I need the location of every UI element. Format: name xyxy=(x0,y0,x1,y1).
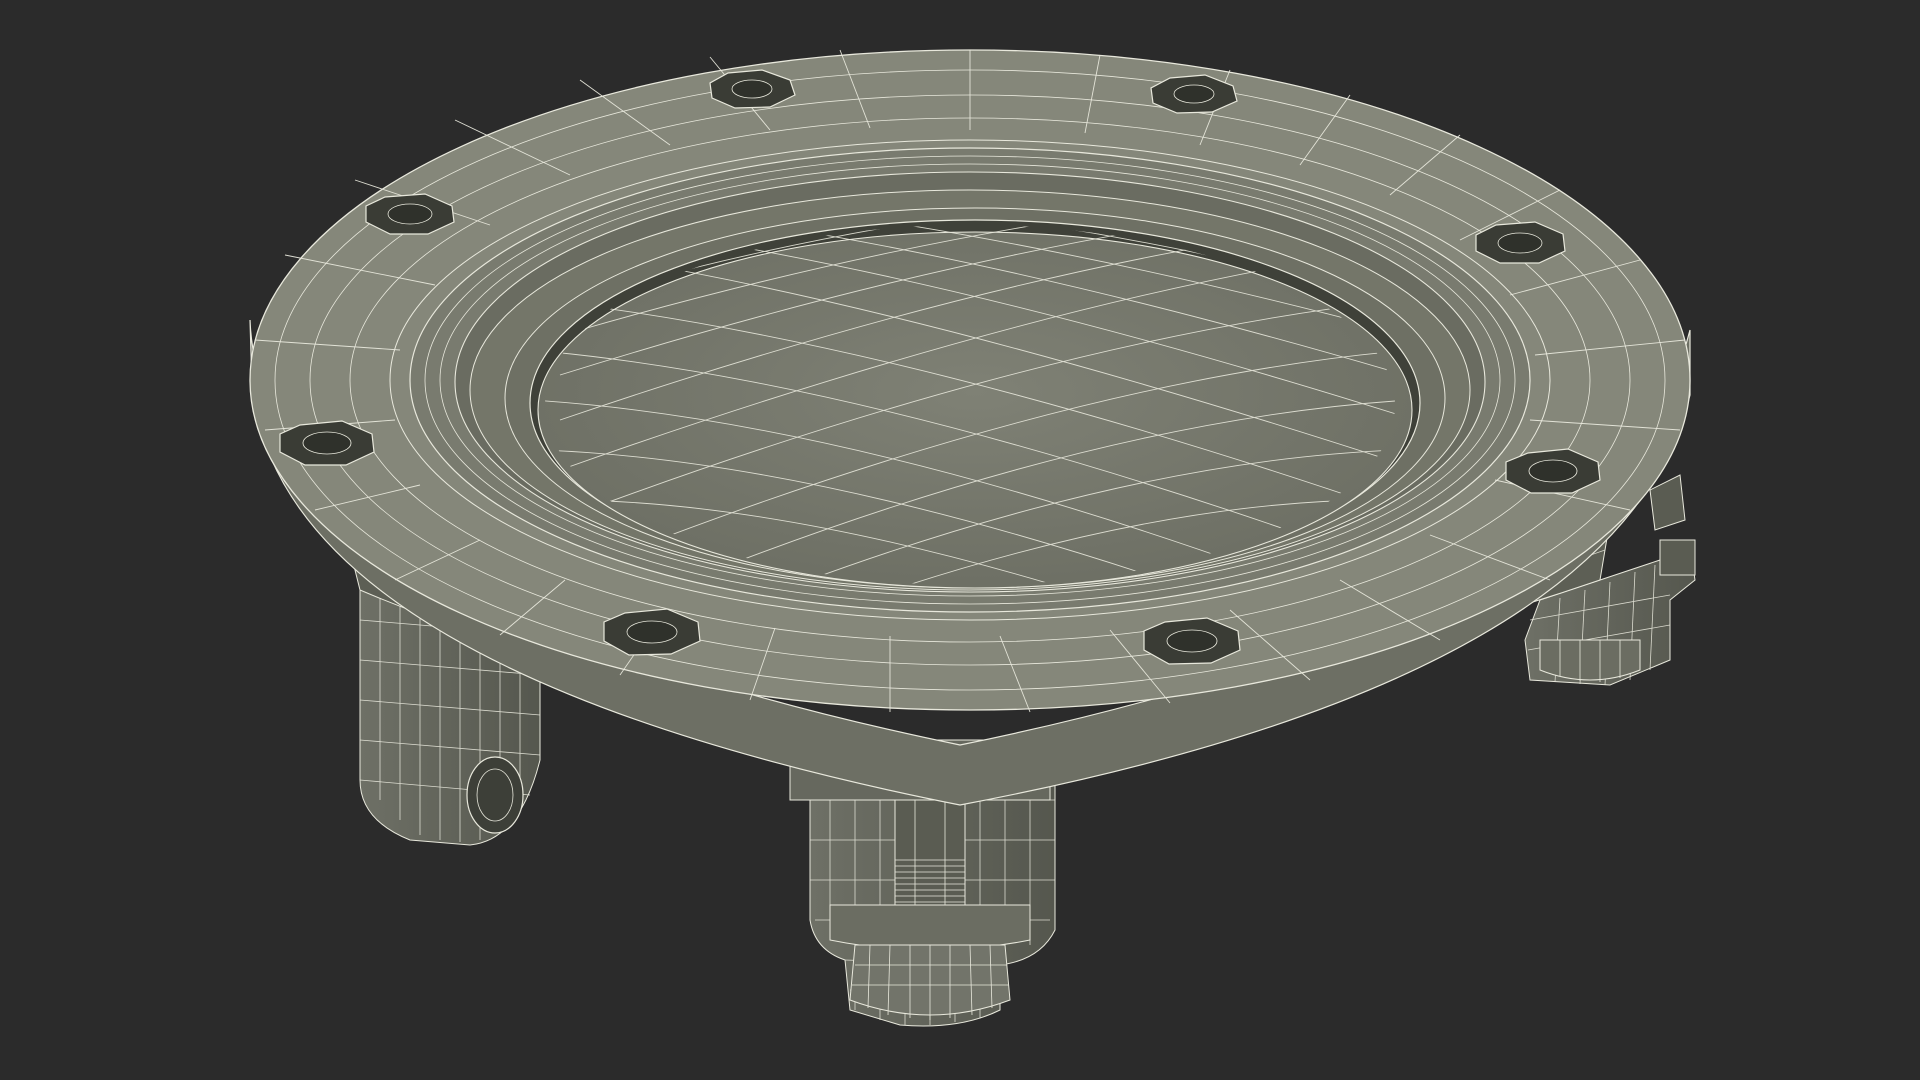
leg-mount-hole xyxy=(466,756,524,834)
wireframe-model-render xyxy=(249,49,1696,1027)
front-nut-cap xyxy=(829,904,1031,1020)
render-viewport xyxy=(0,0,1920,1080)
